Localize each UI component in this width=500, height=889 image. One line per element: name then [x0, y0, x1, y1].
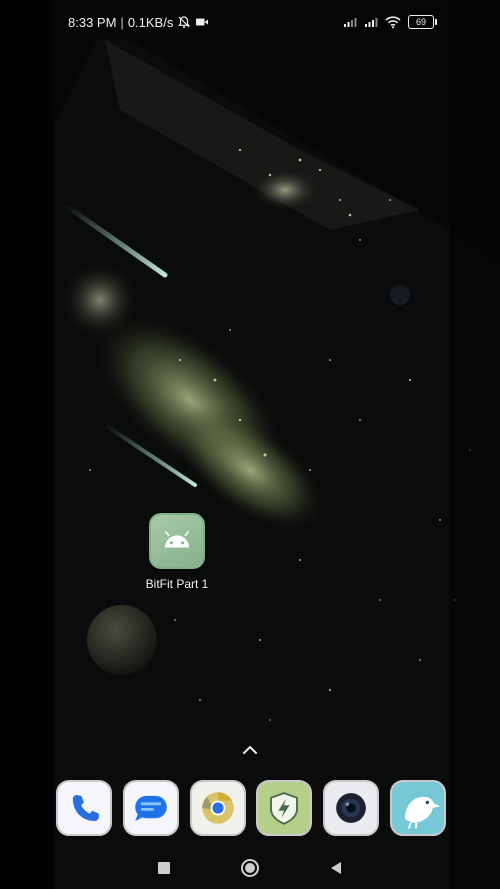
signal-icon	[343, 15, 357, 29]
recents-icon[interactable]	[154, 858, 174, 878]
security-shield-icon	[270, 792, 299, 825]
dock-app-chrome[interactable]	[189, 780, 246, 836]
video-record-icon	[195, 15, 209, 29]
kiwi-bird-icon	[404, 796, 441, 829]
dock-app-phone[interactable]	[56, 780, 112, 836]
network-speed: 0.1KB/s	[127, 14, 174, 30]
dock-app-camera[interactable]	[323, 780, 380, 836]
back-icon[interactable]	[326, 858, 346, 878]
dock-app-security[interactable]	[256, 780, 313, 836]
dock-app-messages[interactable]	[122, 780, 179, 836]
chrome-icon	[201, 792, 234, 824]
status-bar: 8:33 PM | 0.1KB/s 69	[0, 0, 500, 44]
status-right: 69	[343, 15, 437, 29]
wifi-icon	[385, 15, 401, 29]
android-robot-icon[interactable]	[149, 513, 205, 569]
signal-icon-2	[364, 15, 378, 29]
home-icon[interactable]	[240, 858, 260, 878]
camera-icon	[336, 793, 367, 823]
phone-icon	[72, 795, 99, 821]
clock: 8:33 PM	[68, 14, 117, 30]
home-app-bitfit[interactable]: BitFit Part 1	[138, 513, 216, 591]
bell-off-icon	[177, 15, 191, 29]
app-drawer-chevron-up-icon[interactable]	[239, 742, 261, 758]
status-left: 8:33 PM | 0.1KB/s	[68, 15, 209, 30]
status-separator: |	[120, 14, 124, 30]
navigation-bar	[0, 846, 500, 889]
messages-icon	[135, 795, 167, 821]
dock-app-kiwi-browser[interactable]	[389, 780, 446, 836]
app-label: BitFit Part 1	[145, 577, 209, 591]
dock	[56, 780, 446, 838]
battery-icon: 69	[408, 15, 437, 29]
